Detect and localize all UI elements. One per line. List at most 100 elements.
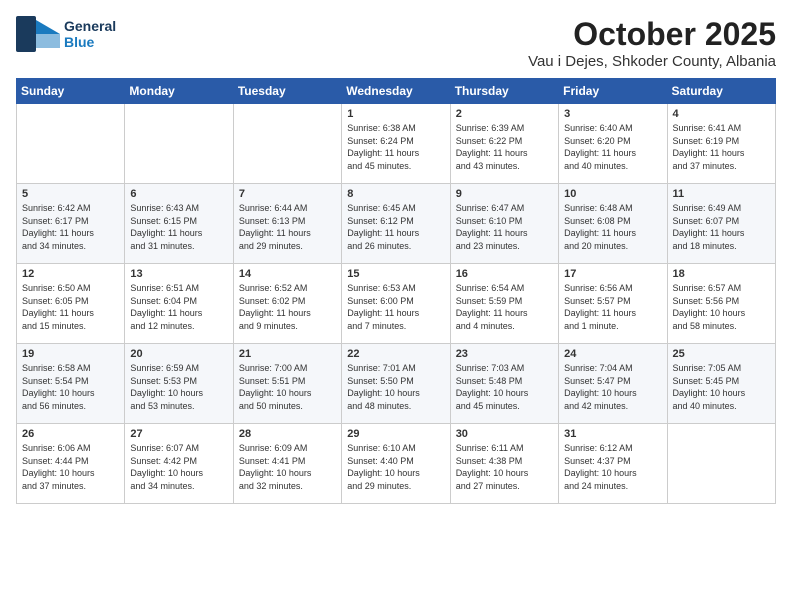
day-info: Sunrise: 7:04 AM Sunset: 5:47 PM Dayligh… [564, 362, 661, 412]
day-info: Sunrise: 6:51 AM Sunset: 6:04 PM Dayligh… [130, 282, 227, 332]
day-number: 22 [347, 348, 444, 360]
logo: General Blue [16, 16, 116, 52]
calendar-day-31: 31Sunrise: 6:12 AM Sunset: 4:37 PM Dayli… [559, 424, 667, 504]
day-info: Sunrise: 7:00 AM Sunset: 5:51 PM Dayligh… [239, 362, 336, 412]
calendar-day-11: 11Sunrise: 6:49 AM Sunset: 6:07 PM Dayli… [667, 184, 775, 264]
calendar-day-4: 4 Sunrise: 6:41 AM Sunset: 6:19 PM Daylig… [667, 104, 775, 184]
day-number: 19 [22, 348, 119, 360]
day-number: 4 [673, 108, 770, 120]
calendar-day-18: 18 Sunrise: 6:57 AM Sunset: 5:56 PM Dayli… [667, 264, 775, 344]
calendar-day-26: 26 Sunrise: 6:06 AM Sunset: 4:44 PM Dayli… [17, 424, 125, 504]
calendar-body: 1 Sunrise: 6:38 AM Sunset: 6:24 PM Daylig… [17, 104, 776, 504]
month-title: October 2025 [528, 16, 776, 53]
col-header-wednesday: Wednesday [342, 79, 450, 104]
calendar-header-row: SundayMondayTuesdayWednesdayThursdayFrid… [17, 79, 776, 104]
calendar-day-8: 8Sunrise: 6:45 AM Sunset: 6:12 PM Daylig… [342, 184, 450, 264]
col-header-saturday: Saturday [667, 79, 775, 104]
calendar-day-12: 12 Sunrise: 6:50 AM Sunset: 6:05 PM Dayli… [17, 264, 125, 344]
calendar-day-10: 10 Sunrise: 6:48 AM Sunset: 6:08 PM Dayli… [559, 184, 667, 264]
day-number: 15 [347, 268, 444, 280]
day-number: 26 [22, 428, 119, 440]
day-number: 12 [22, 268, 119, 280]
day-info: Sunrise: 6:54 AM Sunset: 5:59 PM Dayligh… [456, 282, 553, 332]
logo-text-blue: Blue [64, 34, 116, 50]
calendar-day-9: 9Sunrise: 6:47 AM Sunset: 6:10 PM Daylig… [450, 184, 558, 264]
calendar-day-19: 19Sunrise: 6:58 AM Sunset: 5:54 PM Dayli… [17, 344, 125, 424]
calendar-day-6: 6Sunrise: 6:43 AM Sunset: 6:15 PM Daylig… [125, 184, 233, 264]
calendar-week-3: 12 Sunrise: 6:50 AM Sunset: 6:05 PM Dayli… [17, 264, 776, 344]
page-header: General Blue October 2025 Vau i Dejes, S… [16, 16, 776, 70]
location-subtitle: Vau i Dejes, Shkoder County, Albania [528, 53, 776, 70]
calendar-day-27: 27Sunrise: 6:07 AM Sunset: 4:42 PM Dayli… [125, 424, 233, 504]
calendar-day-21: 21 Sunrise: 7:00 AM Sunset: 5:51 PM Dayli… [233, 344, 341, 424]
calendar-week-4: 19Sunrise: 6:58 AM Sunset: 5:54 PM Dayli… [17, 344, 776, 424]
day-info: Sunrise: 6:52 AM Sunset: 6:02 PM Dayligh… [239, 282, 336, 332]
day-number: 11 [673, 188, 770, 200]
calendar-day-2: 2 Sunrise: 6:39 AM Sunset: 6:22 PM Daylig… [450, 104, 558, 184]
day-info: Sunrise: 6:11 AM Sunset: 4:38 PM Dayligh… [456, 442, 553, 492]
calendar-day-30: 30 Sunrise: 6:11 AM Sunset: 4:38 PM Dayli… [450, 424, 558, 504]
day-info: Sunrise: 6:39 AM Sunset: 6:22 PM Dayligh… [456, 122, 553, 172]
calendar-day-29: 29 Sunrise: 6:10 AM Sunset: 4:40 PM Dayli… [342, 424, 450, 504]
day-number: 23 [456, 348, 553, 360]
day-info: Sunrise: 7:05 AM Sunset: 5:45 PM Dayligh… [673, 362, 770, 412]
day-number: 18 [673, 268, 770, 280]
calendar-day-17: 17Sunrise: 6:56 AM Sunset: 5:57 PM Dayli… [559, 264, 667, 344]
day-info: Sunrise: 6:45 AM Sunset: 6:12 PM Dayligh… [347, 202, 444, 252]
day-info: Sunrise: 6:48 AM Sunset: 6:08 PM Dayligh… [564, 202, 661, 252]
calendar-day-20: 20 Sunrise: 6:59 AM Sunset: 5:53 PM Dayli… [125, 344, 233, 424]
day-number: 24 [564, 348, 661, 360]
day-number: 31 [564, 428, 661, 440]
day-info: Sunrise: 6:40 AM Sunset: 6:20 PM Dayligh… [564, 122, 661, 172]
calendar-week-1: 1 Sunrise: 6:38 AM Sunset: 6:24 PM Daylig… [17, 104, 776, 184]
day-info: Sunrise: 6:47 AM Sunset: 6:10 PM Dayligh… [456, 202, 553, 252]
calendar-day-1: 1 Sunrise: 6:38 AM Sunset: 6:24 PM Daylig… [342, 104, 450, 184]
calendar-day-25: 25 Sunrise: 7:05 AM Sunset: 5:45 PM Dayli… [667, 344, 775, 424]
calendar-empty [667, 424, 775, 504]
calendar-day-3: 3 Sunrise: 6:40 AM Sunset: 6:20 PM Daylig… [559, 104, 667, 184]
day-number: 25 [673, 348, 770, 360]
day-info: Sunrise: 6:06 AM Sunset: 4:44 PM Dayligh… [22, 442, 119, 492]
day-number: 16 [456, 268, 553, 280]
calendar-day-23: 23 Sunrise: 7:03 AM Sunset: 5:48 PM Dayli… [450, 344, 558, 424]
calendar-day-24: 24 Sunrise: 7:04 AM Sunset: 5:47 PM Dayli… [559, 344, 667, 424]
day-number: 2 [456, 108, 553, 120]
day-number: 28 [239, 428, 336, 440]
calendar-day-5: 5 Sunrise: 6:42 AM Sunset: 6:17 PM Daylig… [17, 184, 125, 264]
day-number: 10 [564, 188, 661, 200]
day-number: 5 [22, 188, 119, 200]
day-info: Sunrise: 6:09 AM Sunset: 4:41 PM Dayligh… [239, 442, 336, 492]
calendar-day-14: 14 Sunrise: 6:52 AM Sunset: 6:02 PM Dayli… [233, 264, 341, 344]
day-number: 14 [239, 268, 336, 280]
day-number: 21 [239, 348, 336, 360]
day-number: 3 [564, 108, 661, 120]
calendar-day-15: 15Sunrise: 6:53 AM Sunset: 6:00 PM Dayli… [342, 264, 450, 344]
day-info: Sunrise: 6:42 AM Sunset: 6:17 PM Dayligh… [22, 202, 119, 252]
day-info: Sunrise: 6:38 AM Sunset: 6:24 PM Dayligh… [347, 122, 444, 172]
day-info: Sunrise: 6:59 AM Sunset: 5:53 PM Dayligh… [130, 362, 227, 412]
calendar-table: SundayMondayTuesdayWednesdayThursdayFrid… [16, 78, 776, 504]
day-info: Sunrise: 6:57 AM Sunset: 5:56 PM Dayligh… [673, 282, 770, 332]
calendar-empty [125, 104, 233, 184]
day-info: Sunrise: 6:41 AM Sunset: 6:19 PM Dayligh… [673, 122, 770, 172]
calendar-week-5: 26 Sunrise: 6:06 AM Sunset: 4:44 PM Dayli… [17, 424, 776, 504]
logo-icon [16, 16, 60, 52]
day-info: Sunrise: 6:10 AM Sunset: 4:40 PM Dayligh… [347, 442, 444, 492]
day-number: 20 [130, 348, 227, 360]
day-number: 7 [239, 188, 336, 200]
day-info: Sunrise: 6:50 AM Sunset: 6:05 PM Dayligh… [22, 282, 119, 332]
day-info: Sunrise: 6:56 AM Sunset: 5:57 PM Dayligh… [564, 282, 661, 332]
col-header-monday: Monday [125, 79, 233, 104]
col-header-friday: Friday [559, 79, 667, 104]
calendar-day-13: 13 Sunrise: 6:51 AM Sunset: 6:04 PM Dayli… [125, 264, 233, 344]
day-number: 13 [130, 268, 227, 280]
day-info: Sunrise: 7:01 AM Sunset: 5:50 PM Dayligh… [347, 362, 444, 412]
day-info: Sunrise: 7:03 AM Sunset: 5:48 PM Dayligh… [456, 362, 553, 412]
title-block: October 2025 Vau i Dejes, Shkoder County… [528, 16, 776, 70]
col-header-thursday: Thursday [450, 79, 558, 104]
day-number: 29 [347, 428, 444, 440]
calendar-empty [233, 104, 341, 184]
day-number: 1 [347, 108, 444, 120]
day-number: 30 [456, 428, 553, 440]
day-number: 27 [130, 428, 227, 440]
